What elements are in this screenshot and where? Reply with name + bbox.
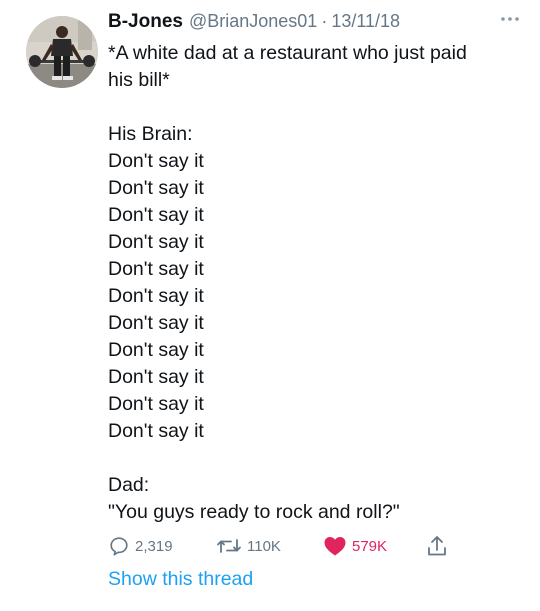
tweet-text-line: Don't say it <box>108 150 204 172</box>
more-dots-icon[interactable] <box>496 8 524 30</box>
tweet-text-line: Don't say it <box>108 177 204 199</box>
tweet-text-line: Don't say it <box>108 339 204 361</box>
reply-count: 2,319 <box>135 537 173 555</box>
tweet-text-line: Dad: <box>108 474 150 496</box>
tweet-text-line: Don't say it <box>108 312 204 334</box>
tweet-text-line: "You guys ready to rock and roll?" <box>108 501 400 523</box>
author-handle[interactable]: @BrianJones01 <box>189 11 317 32</box>
author-name[interactable]: B-Jones <box>108 11 183 33</box>
tweet-text-line: his bill* <box>108 69 170 91</box>
tweet-text-line: *A white dad at a restaurant who just pa… <box>108 42 467 64</box>
share-icon <box>428 536 446 556</box>
tweet-date[interactable]: 13/11/18 <box>331 11 400 32</box>
tweet-text-line: Don't say it <box>108 420 204 442</box>
heart-icon <box>324 537 346 556</box>
tweet-header: B-Jones @BrianJones01 · 13/11/18 <box>108 11 524 37</box>
tweet-text: *A white dad at a restaurant who just pa… <box>108 40 528 526</box>
tweet-text-line: Don't say it <box>108 204 204 226</box>
retweet-count: 110K <box>247 537 281 555</box>
retweet-button[interactable]: 110K <box>216 533 281 559</box>
meta-separator: · <box>321 11 328 31</box>
tweet-actions: 2,319 110K 579K <box>108 533 468 559</box>
tweet-text-line: His Brain: <box>108 123 193 145</box>
tweet-text-line: Don't say it <box>108 285 204 307</box>
tweet-text-line: Don't say it <box>108 366 204 388</box>
share-button[interactable] <box>426 533 448 559</box>
reply-icon <box>110 537 128 556</box>
like-button[interactable]: 579K <box>323 533 387 559</box>
avatar[interactable] <box>26 16 98 88</box>
reply-button[interactable]: 2,319 <box>108 533 173 559</box>
tweet-text-line: Don't say it <box>108 393 204 415</box>
retweet-icon <box>217 539 241 553</box>
show-thread-link[interactable]: Show this thread <box>108 568 253 591</box>
tweet-text-line: Don't say it <box>108 231 204 253</box>
avatar-photo <box>26 16 98 88</box>
like-count: 579K <box>352 537 388 555</box>
tweet-text-line: Don't say it <box>108 258 204 280</box>
